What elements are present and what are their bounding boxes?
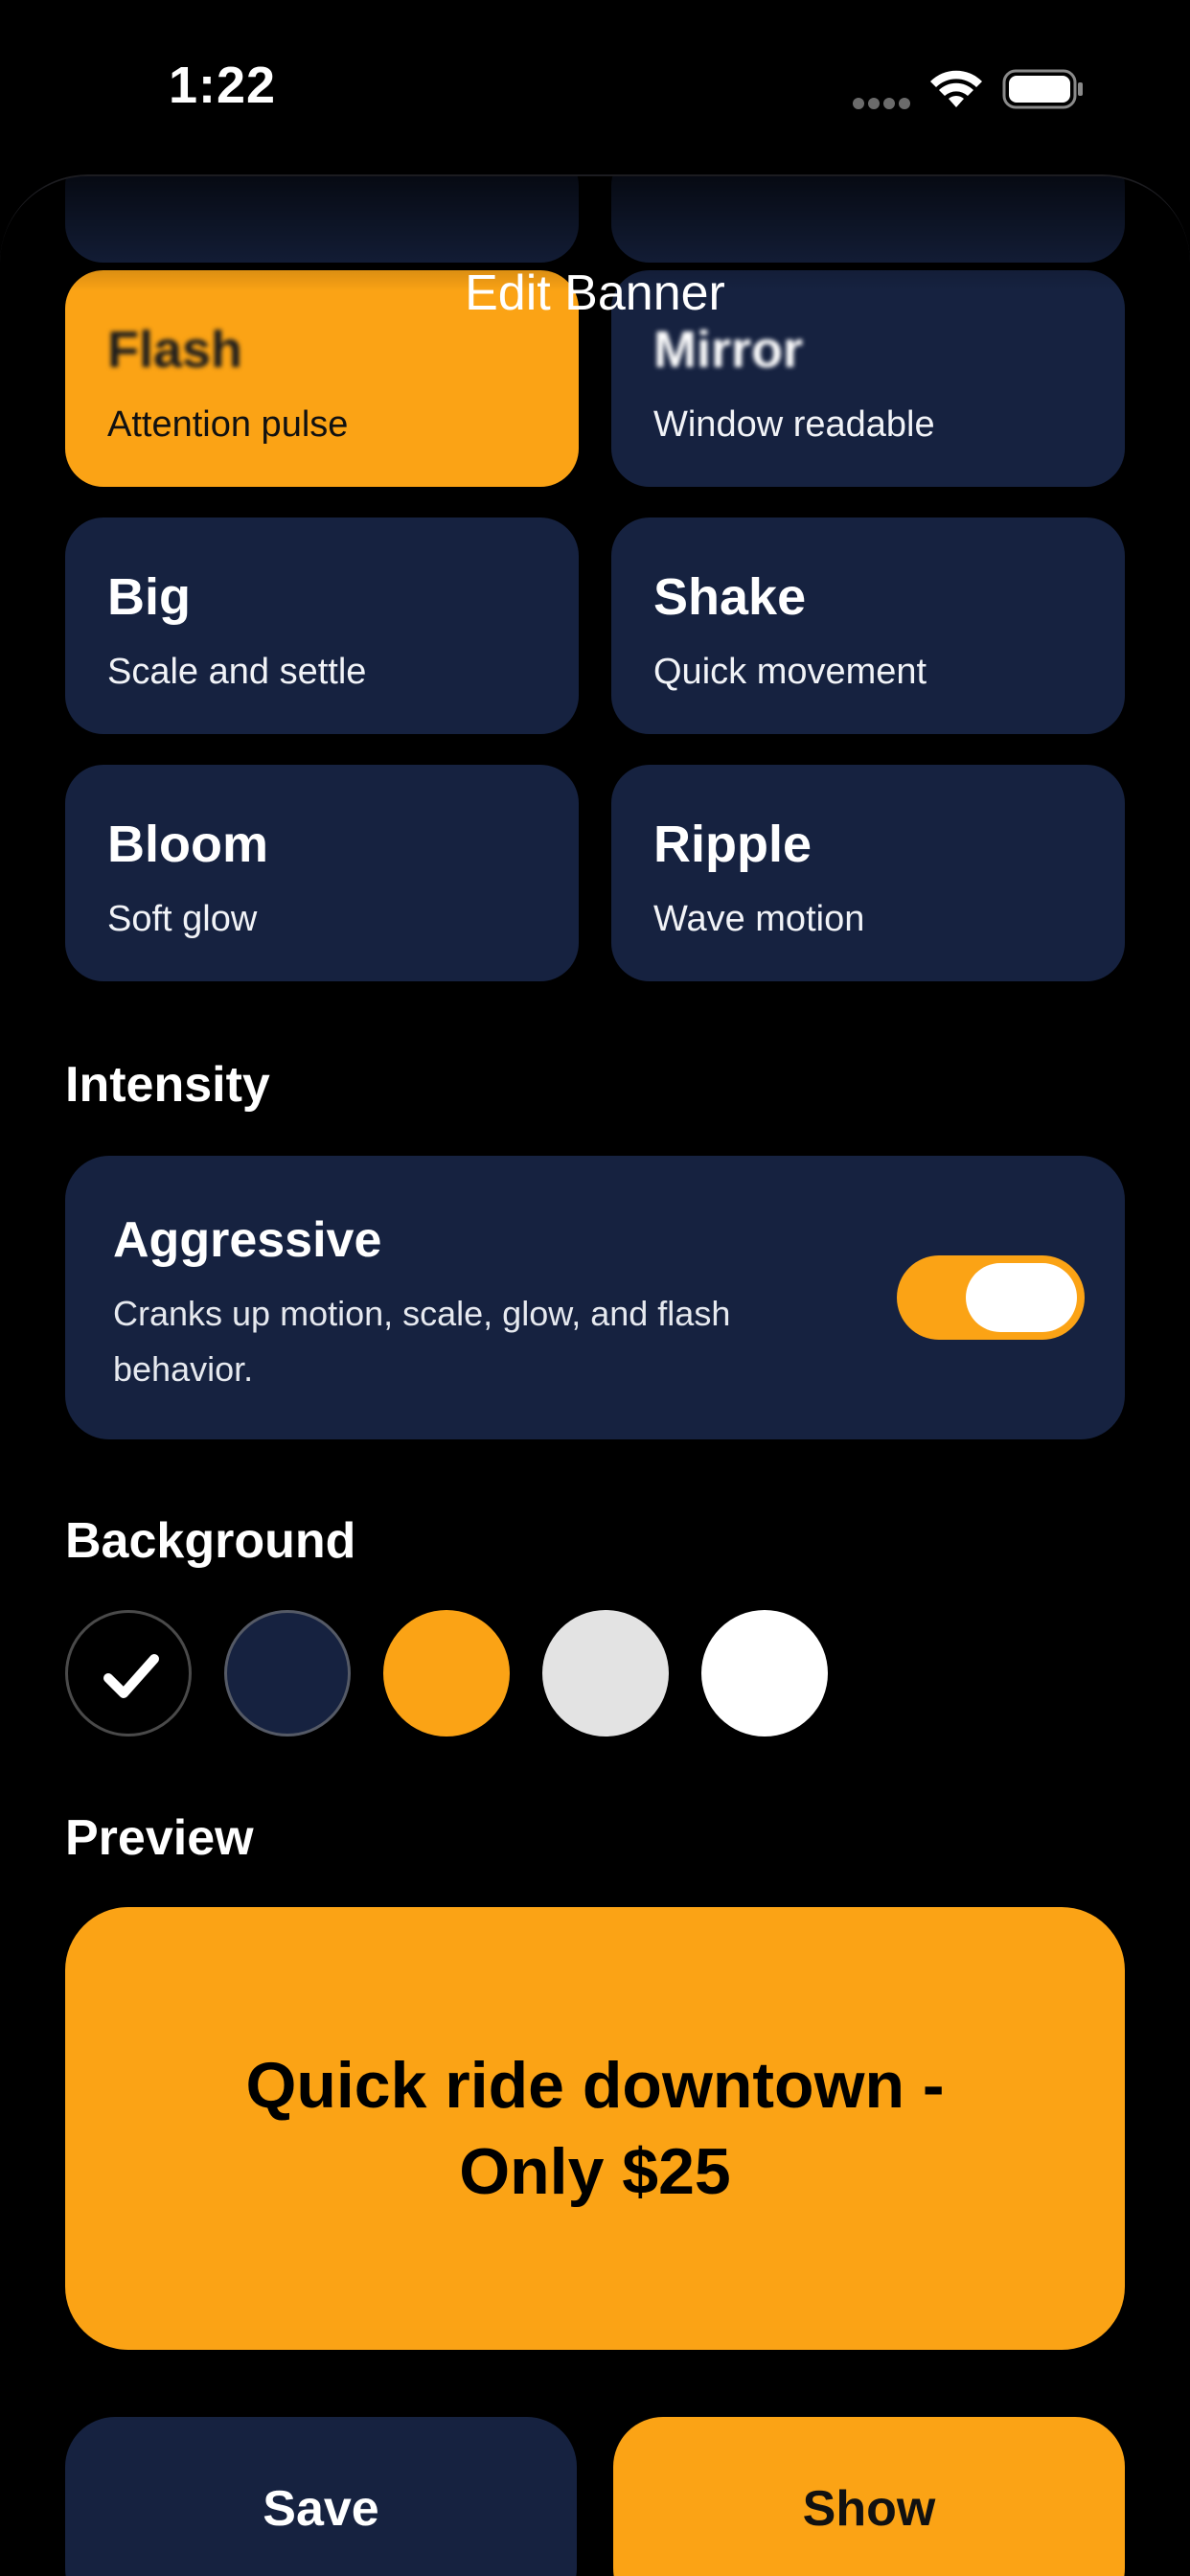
style-card-title: Bloom bbox=[107, 816, 268, 873]
style-card-subtitle: Soft glow bbox=[107, 899, 258, 939]
swatch-navy[interactable] bbox=[224, 1610, 351, 1736]
swatch-light-gray[interactable] bbox=[542, 1610, 669, 1736]
style-card-title: Flash bbox=[107, 321, 243, 379]
aggressive-toggle[interactable] bbox=[897, 1255, 1085, 1340]
style-card-bloom[interactable]: Bloom Soft glow bbox=[65, 765, 579, 981]
intensity-description: Cranks up motion, scale, glow, and flash… bbox=[113, 1294, 731, 1389]
style-card-title: Ripple bbox=[653, 816, 812, 873]
background-section-label: Background bbox=[65, 1513, 356, 1569]
style-card-subtitle: Attention pulse bbox=[107, 404, 349, 445]
intensity-section-label: Intensity bbox=[65, 1057, 270, 1113]
style-card-ripple[interactable]: Ripple Wave motion bbox=[611, 765, 1125, 981]
battery-icon bbox=[1002, 69, 1083, 109]
cellular-signal-icon bbox=[853, 98, 910, 109]
status-time: 1:22 bbox=[169, 57, 277, 114]
style-card-subtitle: Wave motion bbox=[653, 899, 865, 939]
preview-banner: Quick ride downtown - Only $25 bbox=[65, 1907, 1125, 2350]
save-button[interactable]: Save bbox=[65, 2417, 577, 2576]
edit-banner-sheet: Edit Banner Flash Attention pulse Mirror… bbox=[0, 174, 1190, 2576]
style-card-subtitle: Scale and settle bbox=[107, 652, 367, 692]
preview-text: Quick ride downtown - Only $25 bbox=[245, 2049, 945, 2208]
style-card-shake[interactable]: Shake Quick movement bbox=[611, 518, 1125, 734]
intensity-card: Aggressive Cranks up motion, scale, glow… bbox=[65, 1156, 1125, 1439]
style-card-subtitle: Quick movement bbox=[653, 652, 927, 692]
intensity-title: Aggressive bbox=[113, 1212, 382, 1268]
swatch-white[interactable] bbox=[701, 1610, 828, 1736]
style-card-title: Shake bbox=[653, 568, 807, 626]
swatch-black[interactable] bbox=[65, 1610, 192, 1736]
style-card-big[interactable]: Big Scale and settle bbox=[65, 518, 579, 734]
screen: 1:22 Edit Banner Flash Attention pulse M… bbox=[0, 0, 1190, 2576]
swatch-orange[interactable] bbox=[383, 1610, 510, 1736]
status-bar: 1:22 bbox=[0, 0, 1190, 172]
checkmark-icon bbox=[103, 1654, 159, 1698]
show-button[interactable]: Show bbox=[613, 2417, 1125, 2576]
sheet-title: Edit Banner bbox=[465, 265, 725, 321]
style-card-title: Mirror bbox=[653, 321, 804, 379]
wifi-icon bbox=[930, 70, 982, 107]
style-card-title: Big bbox=[107, 568, 191, 626]
preview-section-label: Preview bbox=[65, 1810, 254, 1866]
style-card-subtitle: Window readable bbox=[653, 404, 935, 445]
toggle-knob bbox=[966, 1263, 1077, 1332]
